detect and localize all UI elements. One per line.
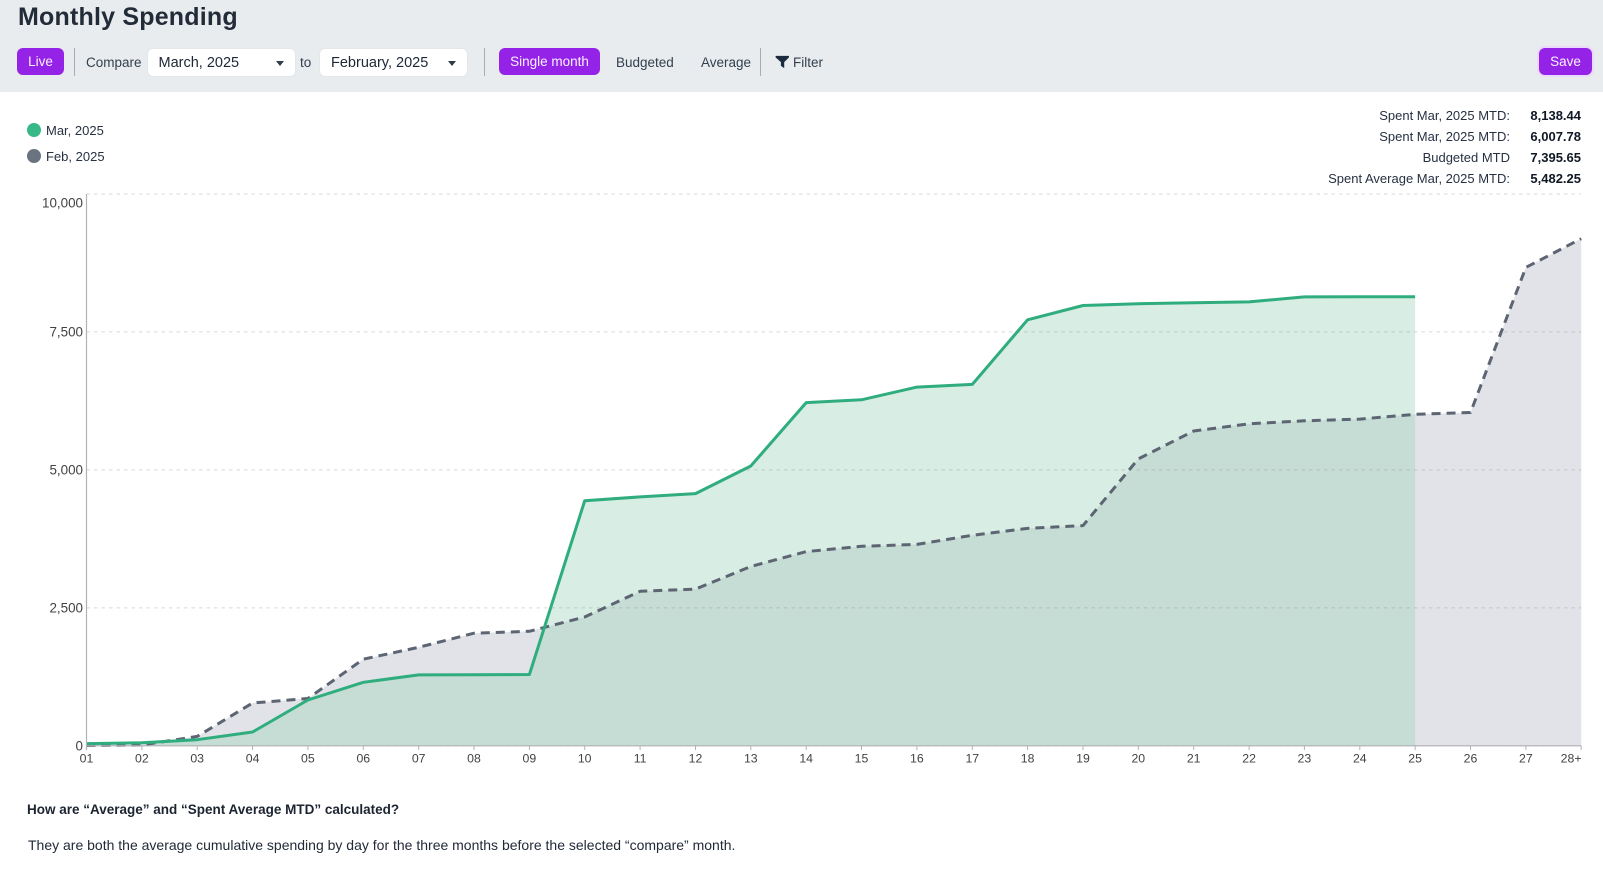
svg-text:22: 22: [1242, 752, 1256, 766]
svg-text:27: 27: [1519, 752, 1533, 766]
svg-text:14: 14: [799, 752, 813, 766]
svg-text:18: 18: [1021, 752, 1035, 766]
svg-text:23: 23: [1298, 752, 1312, 766]
svg-text:10: 10: [578, 752, 592, 766]
svg-text:21: 21: [1187, 752, 1201, 766]
svg-text:26: 26: [1464, 752, 1478, 766]
svg-text:03: 03: [190, 752, 204, 766]
svg-text:20: 20: [1131, 752, 1145, 766]
svg-text:19: 19: [1076, 752, 1090, 766]
svg-text:13: 13: [744, 752, 758, 766]
svg-text:12: 12: [689, 752, 703, 766]
svg-text:5,000: 5,000: [49, 462, 83, 477]
svg-text:17: 17: [965, 752, 979, 766]
svg-text:07: 07: [412, 752, 426, 766]
svg-text:08: 08: [467, 752, 481, 766]
svg-text:24: 24: [1353, 752, 1367, 766]
svg-text:09: 09: [523, 752, 537, 766]
svg-text:04: 04: [246, 752, 260, 766]
svg-text:7,500: 7,500: [49, 324, 83, 339]
svg-text:01: 01: [80, 752, 94, 766]
svg-text:06: 06: [356, 752, 370, 766]
svg-text:28+: 28+: [1561, 752, 1582, 766]
svg-text:2,500: 2,500: [49, 600, 83, 615]
svg-text:10,000: 10,000: [42, 196, 83, 211]
svg-text:05: 05: [301, 752, 315, 766]
svg-text:11: 11: [634, 752, 647, 766]
svg-text:16: 16: [910, 752, 924, 766]
svg-text:15: 15: [855, 752, 869, 766]
svg-text:25: 25: [1408, 752, 1422, 766]
svg-text:02: 02: [135, 752, 149, 766]
